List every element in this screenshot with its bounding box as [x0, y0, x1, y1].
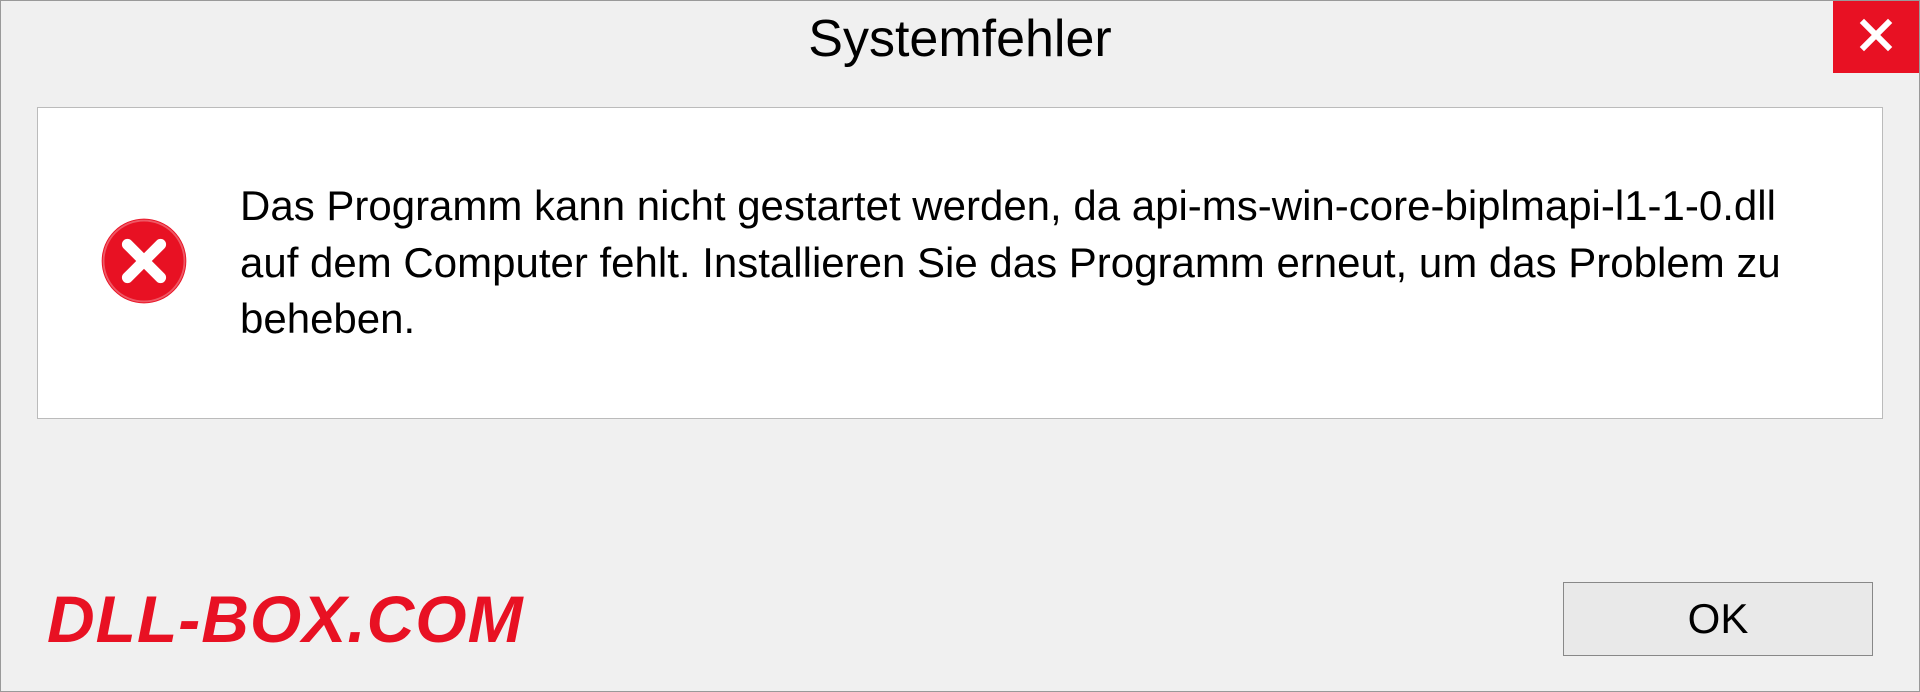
- message-panel: Das Programm kann nicht gestartet werden…: [37, 107, 1883, 419]
- close-button[interactable]: [1833, 1, 1919, 73]
- titlebar: Systemfehler: [1, 1, 1919, 77]
- dialog-footer: DLL-BOX.COM OK: [1, 581, 1919, 657]
- close-icon: [1858, 17, 1894, 58]
- error-icon: [98, 215, 190, 312]
- watermark-text: DLL-BOX.COM: [47, 581, 524, 657]
- ok-button[interactable]: OK: [1563, 582, 1873, 656]
- error-message: Das Programm kann nicht gestartet werden…: [240, 178, 1822, 348]
- window-title: Systemfehler: [808, 9, 1111, 69]
